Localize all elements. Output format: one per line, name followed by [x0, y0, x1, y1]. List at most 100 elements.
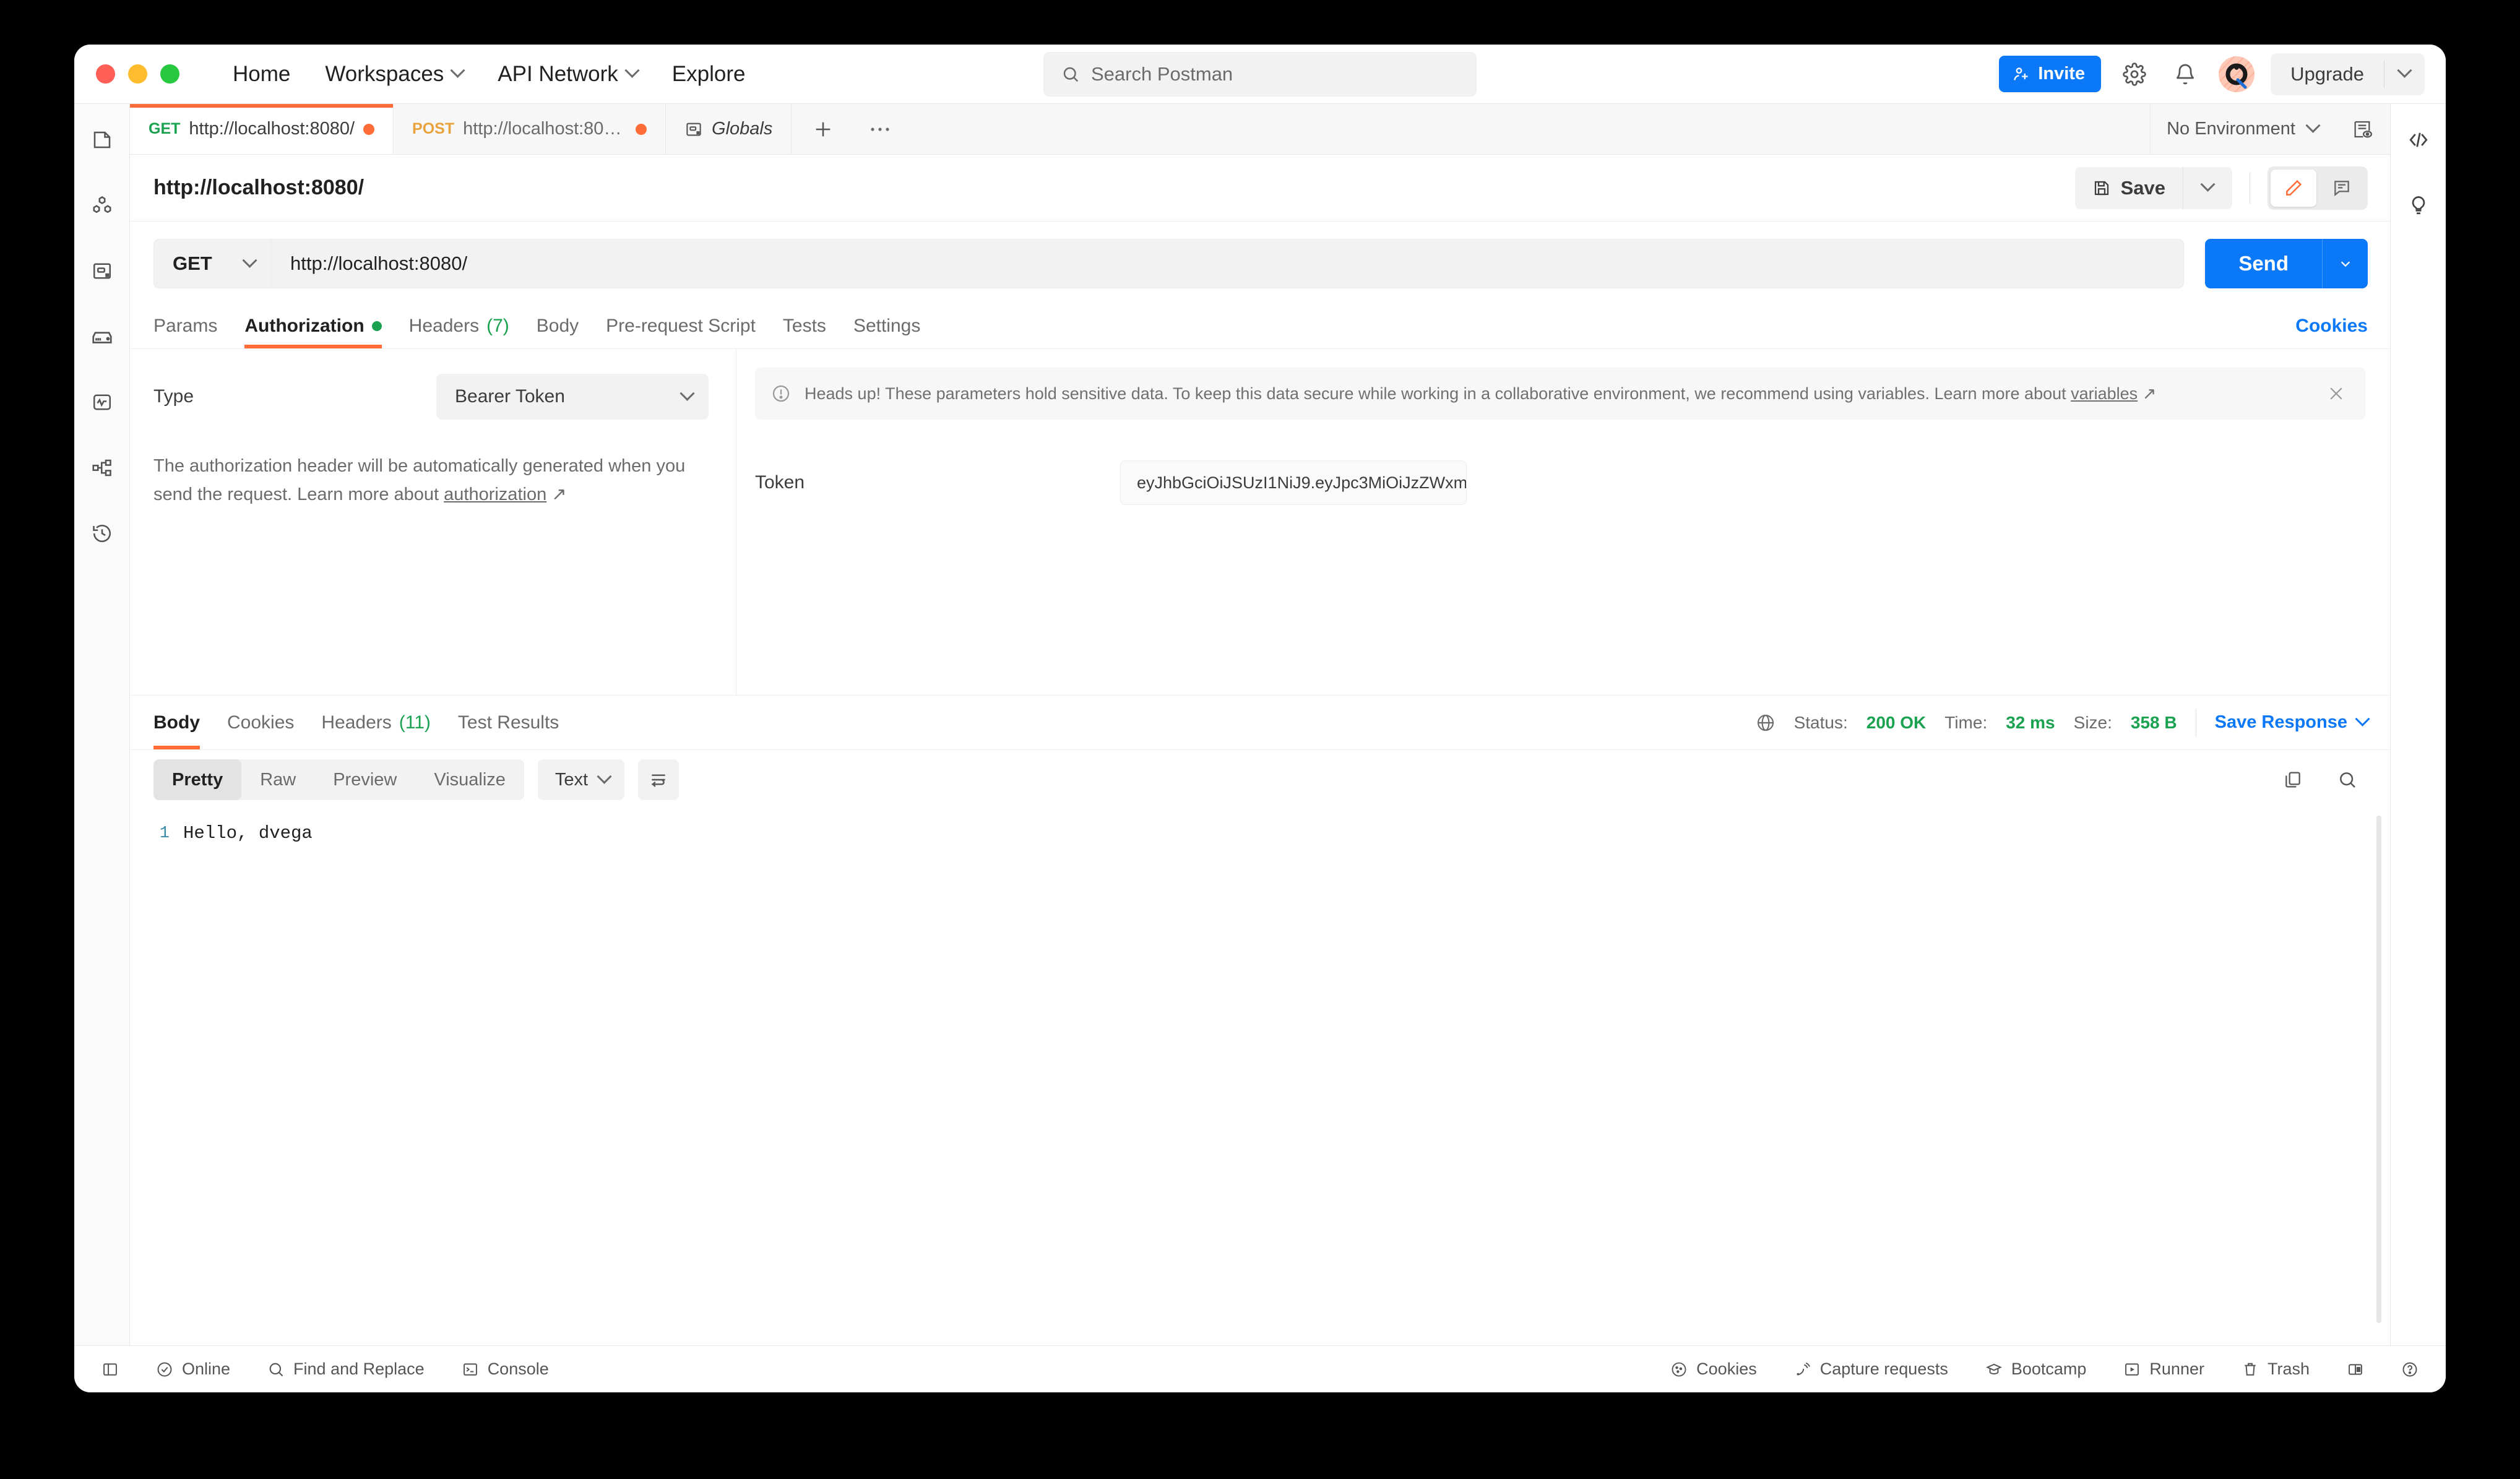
sidebar-item-history[interactable] — [84, 515, 121, 552]
tab-label: Params — [153, 315, 218, 336]
search-input[interactable]: Search Postman — [1043, 51, 1477, 97]
upgrade-dropdown[interactable] — [2384, 63, 2425, 79]
save-dropdown-button[interactable] — [2183, 166, 2232, 209]
split-pane-icon — [2349, 1363, 2362, 1375]
settings-button[interactable] — [2117, 57, 2152, 92]
tab-label: Headers — [408, 315, 480, 336]
token-label: Token — [755, 472, 805, 493]
comments-button[interactable] — [2319, 170, 2365, 207]
toggle-sidebar-button[interactable] — [95, 1357, 125, 1382]
tab-pre-request-script[interactable]: Pre-request Script — [606, 303, 756, 348]
view-mode-pretty[interactable]: Pretty — [153, 759, 242, 800]
response-body-content[interactable]: Hello, dvega — [183, 819, 2390, 1345]
code-snippet-button[interactable] — [2400, 121, 2437, 158]
response-tab-cookies[interactable]: Cookies — [227, 696, 294, 749]
open-tab-globals[interactable]: Globals — [666, 104, 792, 154]
line-number: 1 — [159, 824, 170, 843]
variables-docs-link[interactable]: variables — [2071, 384, 2138, 403]
environment-selector[interactable]: No Environment — [2150, 104, 2334, 154]
token-input[interactable]: eyJhbGciOiJSUzI1NiJ9.eyJpc3MiOiJzZWxm… — [1120, 460, 1467, 505]
runner-button[interactable]: Runner — [2117, 1356, 2211, 1382]
avatar-image — [2219, 56, 2255, 92]
response-tab-body[interactable]: Body — [153, 696, 200, 749]
vertical-scrollbar[interactable] — [2376, 816, 2381, 1323]
view-mode-preview[interactable]: Preview — [314, 759, 415, 800]
main-area: GET http://localhost:8080/ POST http://l… — [74, 104, 2446, 1345]
nav-item-home[interactable]: Home — [215, 56, 308, 93]
ellipsis-icon — [871, 127, 889, 131]
editor-mode-toggle — [2268, 166, 2368, 210]
tab-settings[interactable]: Settings — [853, 303, 920, 348]
notifications-button[interactable] — [2168, 57, 2203, 92]
trash-button[interactable]: Trash — [2235, 1356, 2316, 1382]
tab-authorization[interactable]: Authorization — [244, 303, 382, 348]
request-url-input[interactable]: http://localhost:8080/ — [271, 239, 2185, 288]
tab-tests[interactable]: Tests — [783, 303, 826, 348]
tab-more-options-button[interactable] — [855, 104, 905, 154]
sidebar-item-mock-servers[interactable] — [84, 318, 121, 355]
send-button[interactable]: Send — [2205, 239, 2322, 288]
sidebar-item-collections[interactable] — [84, 121, 121, 158]
response-format-value: Text — [554, 769, 589, 790]
search-response-button[interactable] — [2327, 759, 2368, 800]
tab-headers[interactable]: Headers (7) — [409, 303, 509, 348]
network-globe-button[interactable] — [1756, 713, 1776, 733]
tab-label: Body — [536, 315, 579, 336]
view-mode-raw[interactable]: Raw — [241, 759, 314, 800]
open-tab-get[interactable]: GET http://localhost:8080/ — [130, 104, 394, 154]
minimize-window-button[interactable] — [128, 64, 147, 84]
token-row: Token eyJhbGciOiJSUzI1NiJ9.eyJpc3MiOiJzZ… — [755, 460, 2365, 505]
status-badge: 200 OK — [1866, 712, 1927, 732]
console-button[interactable]: Console — [455, 1356, 555, 1382]
tab-label: Tests — [782, 315, 826, 336]
send-options-button[interactable] — [2322, 239, 2368, 288]
capture-requests-button[interactable]: Capture requests — [1788, 1356, 1954, 1382]
close-window-button[interactable] — [96, 64, 115, 84]
banner-close-button[interactable] — [2323, 384, 2349, 403]
save-response-button[interactable]: Save Response — [2215, 711, 2370, 733]
terminal-icon — [463, 1363, 477, 1376]
avatar[interactable] — [2219, 56, 2255, 92]
help-button[interactable] — [2395, 1357, 2425, 1382]
invite-button[interactable]: Invite — [1999, 56, 2102, 92]
find-and-replace-button[interactable]: Find and Replace — [261, 1356, 431, 1382]
two-pane-layout-button[interactable] — [2341, 1357, 2370, 1382]
save-button[interactable]: Save — [2074, 166, 2183, 209]
response-tab-test-results[interactable]: Test Results — [458, 696, 559, 749]
tab-body[interactable]: Body — [537, 303, 579, 348]
bootcamp-button[interactable]: Bootcamp — [1979, 1356, 2093, 1382]
unsaved-indicator-icon — [363, 123, 375, 135]
request-tab-strip: GET http://localhost:8080/ POST http://l… — [130, 104, 2390, 155]
authorization-docs-link[interactable]: authorization — [444, 485, 546, 504]
nav-item-workspaces[interactable]: Workspaces — [308, 56, 480, 93]
environment-quick-look-button[interactable] — [2334, 104, 2390, 154]
copy-icon — [2285, 772, 2300, 788]
nav-item-explore[interactable]: Explore — [655, 56, 763, 93]
sidebar-item-flows[interactable] — [84, 449, 121, 486]
tab-params[interactable]: Params — [153, 303, 217, 348]
auth-type-select[interactable]: Bearer Token — [436, 374, 709, 420]
response-format-select[interactable]: Text — [537, 759, 625, 800]
sidebar-item-monitors[interactable] — [84, 384, 121, 421]
sidebar-item-apis[interactable] — [84, 187, 121, 224]
help-circle-icon — [2402, 1362, 2417, 1376]
new-tab-button[interactable] — [792, 104, 855, 154]
upgrade-button[interactable]: Upgrade — [2271, 53, 2425, 95]
open-tab-post[interactable]: POST http://localhost:8080/ — [394, 104, 667, 154]
lightbulb-icon — [2412, 196, 2425, 215]
nav-item-api-network[interactable]: API Network — [480, 56, 655, 93]
sidebar-item-environments[interactable] — [84, 252, 121, 290]
maximize-window-button[interactable] — [160, 64, 179, 84]
cookies-link[interactable]: Cookies — [2295, 316, 2368, 337]
wrap-lines-button[interactable] — [638, 759, 680, 800]
edit-mode-button[interactable] — [2271, 169, 2316, 207]
online-status[interactable]: Online — [150, 1356, 236, 1382]
copy-response-button[interactable] — [2272, 759, 2313, 800]
play-icon — [2125, 1363, 2139, 1376]
request-info-button[interactable] — [2400, 187, 2437, 224]
response-tab-headers[interactable]: Headers (11) — [321, 696, 431, 749]
http-method-select[interactable]: GET — [153, 239, 271, 288]
view-mode-visualize[interactable]: Visualize — [415, 759, 524, 800]
cookies-button[interactable]: Cookies — [1664, 1356, 1763, 1382]
nav-item-label: API Network — [498, 61, 618, 86]
